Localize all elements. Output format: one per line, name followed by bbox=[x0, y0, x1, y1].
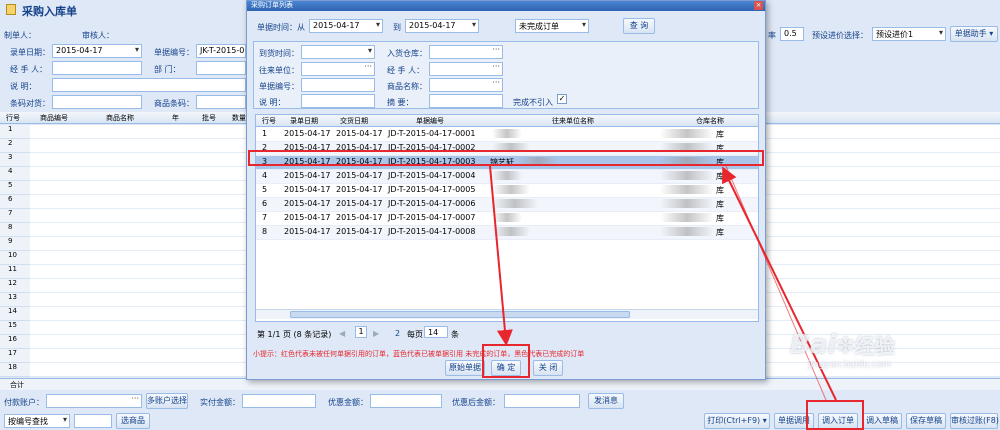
baidu-watermark: Bai✽经验 jingyan.baidu.com bbox=[790, 330, 895, 370]
watermark-brand-cn: 经验 bbox=[854, 334, 895, 358]
watermark-brand: Bai bbox=[790, 330, 837, 360]
watermark-url: jingyan.baidu.com bbox=[808, 360, 892, 370]
arrow-row-to-confirm bbox=[489, 165, 513, 346]
paw-icon: ✽ bbox=[836, 334, 855, 359]
